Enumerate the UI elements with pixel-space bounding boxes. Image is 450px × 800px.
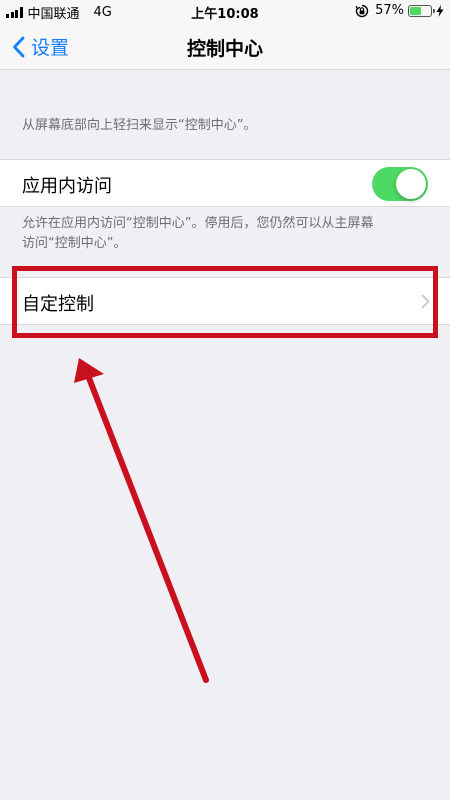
- chevron-right-icon: [421, 294, 430, 309]
- battery-icon: [408, 4, 435, 17]
- swipe-hint-text: 从屏幕底部向上轻扫来显示“控制中心”。: [22, 118, 257, 133]
- in-app-access-description: 允许在应用内访问“控制中心”。停用后，您仍然可以从主屏幕 访问“控制中心”。: [22, 214, 432, 254]
- customize-controls-label: 自定控制: [22, 294, 94, 315]
- back-button[interactable]: 设置: [12, 33, 69, 60]
- status-left: 中国联通 4G: [6, 3, 112, 22]
- toggle-knob: [396, 169, 426, 199]
- status-bar: 中国联通 4G 上午10:08 57%: [0, 0, 450, 22]
- battery-fill: [410, 6, 422, 15]
- carrier-name: 中国联通: [27, 7, 80, 22]
- navigation-bar: 设置 控制中心: [0, 22, 450, 70]
- bolt-icon: [436, 4, 444, 17]
- in-app-access-cell: 应用内访问: [0, 159, 450, 207]
- orientation-lock-icon: [355, 4, 369, 17]
- status-right: 57%: [355, 3, 444, 18]
- in-app-access-description-line-1: 允许在应用内访问“控制中心”。停用后，您仍然可以从主屏幕: [22, 216, 374, 231]
- back-button-label: 设置: [31, 37, 70, 59]
- battery-percent: 57%: [375, 3, 404, 18]
- signal-strength-icon: [6, 7, 23, 18]
- chevron-left-icon: [13, 36, 25, 57]
- customize-controls-cell[interactable]: 自定控制: [0, 277, 450, 325]
- in-app-access-toggle[interactable]: [372, 167, 428, 201]
- in-app-access-label: 应用内访问: [22, 176, 112, 197]
- in-app-access-description-line-2: 访问“控制中心”。: [22, 236, 127, 251]
- network-type: 4G: [93, 5, 112, 20]
